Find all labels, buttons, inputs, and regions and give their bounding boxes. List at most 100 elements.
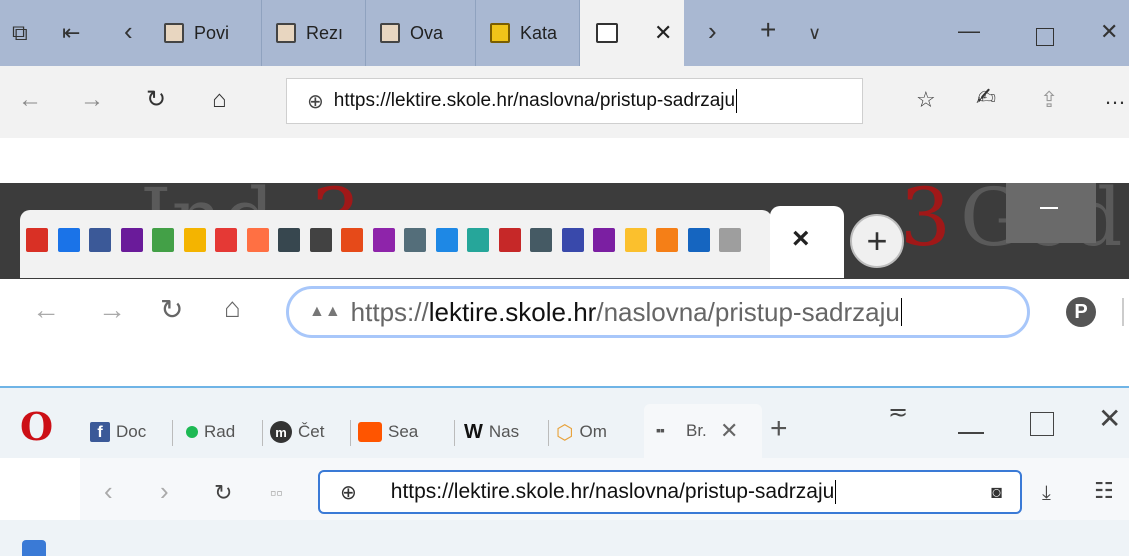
m-logo-icon: m <box>270 421 292 443</box>
pinned-tab-favicon-icon[interactable] <box>26 228 48 252</box>
download-icon[interactable]: ⤓ <box>1042 482 1051 504</box>
close-tab-icon[interactable]: ✕ <box>654 20 672 46</box>
tab-separator <box>350 420 351 446</box>
edge-tab[interactable]: Rezı <box>262 0 366 66</box>
close-tab-icon[interactable]: ✕ <box>720 418 738 444</box>
home-icon[interactable]: ⌂ <box>224 294 241 322</box>
edge-tab[interactable]: Kata <box>476 0 580 66</box>
pinned-tab-favicon-icon[interactable] <box>246 228 269 252</box>
opera-tab[interactable]: W Nas <box>464 414 538 450</box>
address-url: https://lektire.skole.hr/naslovna/pristu… <box>333 90 736 111</box>
pinned-tab-favicon-icon[interactable] <box>309 228 332 252</box>
pinned-tab-favicon-icon[interactable] <box>404 228 426 252</box>
url-host: lektire.skole.hr <box>428 296 597 327</box>
edge-active-tab[interactable]: ✕ <box>580 0 684 66</box>
pinned-tab-favicon-icon[interactable] <box>593 228 615 252</box>
opera-tab[interactable]: m Čet <box>270 414 342 450</box>
edge-tab[interactable]: Povi <box>150 0 262 66</box>
close-window-icon[interactable]: ✕ <box>1100 21 1118 43</box>
pinned-tab-favicon-icon[interactable] <box>120 228 143 252</box>
scroll-tabs-left-icon[interactable]: ‹ <box>124 18 133 44</box>
pinned-tab-favicon-icon[interactable] <box>687 228 710 252</box>
pen-icon[interactable]: ✍ <box>976 86 996 110</box>
pinned-tab-favicon-icon[interactable] <box>341 228 363 252</box>
pinned-tab-favicon-icon[interactable] <box>372 228 395 252</box>
speed-dial-icon[interactable]: ▫▫ <box>270 482 283 504</box>
pinned-tab-favicon-icon[interactable] <box>152 228 174 252</box>
address-url: https://lektire.skole.hr/naslovna/pristu… <box>390 480 835 503</box>
opera-logo[interactable]: O <box>20 404 53 449</box>
new-tab-button[interactable]: + <box>850 214 904 268</box>
pinned-tab-favicon-icon[interactable] <box>624 228 647 252</box>
easy-setup-icon[interactable]: ≂ <box>888 401 908 425</box>
scroll-tabs-right-icon[interactable]: › <box>708 18 717 44</box>
forward-icon[interactable]: › <box>160 478 169 504</box>
tab-separator <box>172 420 173 446</box>
pinned-tab-favicon-icon[interactable] <box>719 228 741 252</box>
reload-icon[interactable]: ↻ <box>214 482 232 504</box>
share-icon[interactable]: ⇪ <box>1040 89 1058 111</box>
reload-icon[interactable]: ↻ <box>160 296 183 324</box>
tab-separator <box>548 420 549 446</box>
pinned-tab-favicon-icon[interactable] <box>561 228 584 252</box>
back-icon[interactable]: ← <box>32 296 60 324</box>
opera-tab-label: Rad <box>204 422 236 441</box>
tab-overview-icon[interactable]: ⧉ <box>12 22 28 44</box>
settings-sliders-icon[interactable]: ☷ <box>1094 480 1114 502</box>
new-tab-icon[interactable]: + <box>760 16 776 44</box>
tab-list-chevron-icon[interactable]: ∨ <box>808 22 821 44</box>
pinned-tab-favicon-icon[interactable] <box>89 228 111 252</box>
pinned-tab-favicon-icon[interactable] <box>215 228 237 252</box>
home-icon[interactable]: ⌂ <box>212 88 227 112</box>
minimize-button[interactable] <box>1006 183 1096 243</box>
toolbar-separator <box>1122 298 1124 326</box>
maximize-icon[interactable] <box>1036 28 1054 46</box>
pinned-tab-favicon-icon[interactable] <box>656 228 678 252</box>
close-window-icon[interactable]: ✕ <box>1098 405 1121 433</box>
forward-icon[interactable]: → <box>80 88 104 112</box>
pinned-tab-favicon-icon[interactable] <box>57 228 80 252</box>
omnibox[interactable]: ▲▲ https://lektire.skole.hr/naslovna/pri… <box>286 286 1030 338</box>
more-icon[interactable]: … <box>1104 86 1126 108</box>
opera-tab[interactable]: Sea <box>358 414 438 450</box>
url-scheme: https:// <box>350 296 429 327</box>
edge-tab-label: Kata <box>520 22 558 43</box>
refresh-icon[interactable]: ↻ <box>146 88 166 112</box>
forward-icon[interactable]: → <box>98 296 126 324</box>
favorites-icon[interactable]: ☆ <box>916 89 936 111</box>
opera-tab[interactable]: f Doc <box>90 414 162 450</box>
edge-tab-label: Povi <box>194 22 230 43</box>
set-tabs-aside-icon[interactable]: ⇤ <box>62 22 80 44</box>
close-tab-icon[interactable]: × <box>792 222 810 256</box>
edge-tab-label: Ova <box>410 22 444 43</box>
back-icon[interactable]: ‹ <box>104 478 113 504</box>
edge-tab[interactable]: Ova <box>366 0 476 66</box>
book-icon <box>276 23 296 43</box>
book-icon <box>164 23 184 43</box>
sidebar-app-icon[interactable] <box>22 540 46 556</box>
opera-sidebar-strip <box>0 520 1129 556</box>
opera-tab-label: Čet <box>298 422 325 441</box>
pinterest-icon[interactable]: P <box>1066 297 1096 327</box>
maximize-icon[interactable] <box>1030 412 1054 436</box>
address-bar[interactable]: ⊕ https://lektire.skole.hr/naslovna/pris… <box>318 470 1022 514</box>
pinned-tab-favicon-icon[interactable] <box>467 228 489 252</box>
w-logo-icon: W <box>464 420 483 443</box>
minimize-icon[interactable] <box>958 432 984 434</box>
page-icon <box>596 23 618 43</box>
opera-tab[interactable]: Rad <box>186 414 252 450</box>
pinned-tab-favicon-icon[interactable] <box>498 228 521 252</box>
new-tab-icon[interactable]: + <box>770 412 788 446</box>
edge-tab-label: Rezı <box>306 22 344 43</box>
address-bar[interactable]: ⊕ https://lektire.skole.hr/naslovna/pris… <box>286 78 863 124</box>
pinned-tab-favicon-icon[interactable] <box>278 228 300 252</box>
pinned-tab-favicon-icon[interactable] <box>435 228 458 252</box>
pinned-tab-favicon-icon[interactable] <box>183 228 206 252</box>
opera-tab[interactable]: ⬡ Om <box>556 414 636 450</box>
snapshot-camera-icon[interactable]: ◙ <box>991 482 1002 503</box>
text-caret <box>900 298 902 326</box>
pinned-tab-favicon-icon[interactable] <box>530 228 552 252</box>
minimize-icon[interactable]: — <box>958 20 980 42</box>
url-path: /naslovna/pristup-sadrzaju <box>596 296 900 327</box>
back-icon[interactable]: ← <box>18 88 42 112</box>
